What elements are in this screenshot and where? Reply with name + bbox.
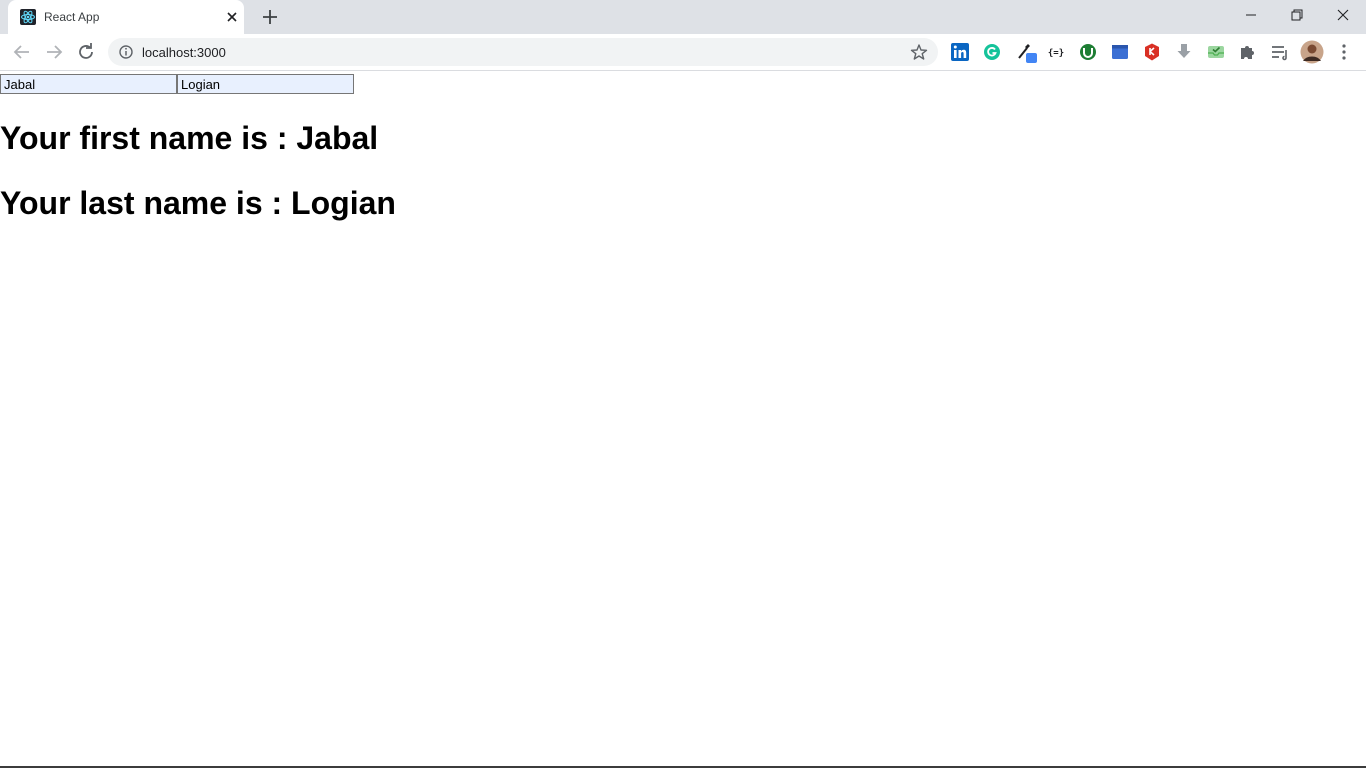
bookmark-star-icon[interactable] bbox=[910, 43, 928, 61]
color-picker-icon[interactable] bbox=[1016, 42, 1037, 63]
profile-avatar[interactable] bbox=[1300, 40, 1324, 64]
first-name-heading: Your first name is : Jabal bbox=[0, 120, 378, 157]
first-name-output: Jabal bbox=[296, 120, 379, 156]
last-name-input[interactable] bbox=[177, 74, 354, 94]
page-content: Your first name is : Jabal Your last nam… bbox=[0, 71, 1366, 766]
close-window-icon[interactable] bbox=[1320, 0, 1366, 30]
minimize-icon[interactable] bbox=[1228, 0, 1274, 30]
menu-kebab-icon[interactable] bbox=[1334, 42, 1354, 62]
tab-title: React App bbox=[44, 10, 100, 24]
window-icon[interactable] bbox=[1110, 42, 1130, 62]
last-name-prefix: Your last name is : bbox=[0, 185, 292, 221]
inbox-check-icon[interactable] bbox=[1206, 42, 1226, 62]
grammarly-icon[interactable] bbox=[982, 42, 1002, 62]
back-arrow-icon[interactable] bbox=[10, 40, 34, 64]
address-bar[interactable]: localhost:3000 bbox=[108, 38, 938, 66]
last-name-output: Logian bbox=[291, 185, 396, 221]
forward-arrow-icon[interactable] bbox=[42, 40, 66, 64]
restore-icon[interactable] bbox=[1274, 0, 1320, 30]
react-logo-icon bbox=[20, 9, 36, 25]
linkedin-icon[interactable] bbox=[950, 42, 970, 62]
browser-toolbar: localhost:3000 {=} bbox=[0, 34, 1366, 71]
json-viewer-icon[interactable]: {=} bbox=[1046, 42, 1066, 62]
tab-strip: React App bbox=[0, 0, 1366, 34]
first-name-input[interactable] bbox=[0, 74, 177, 94]
info-icon[interactable] bbox=[118, 44, 134, 60]
shield-icon[interactable] bbox=[1142, 42, 1162, 62]
ublock-icon[interactable] bbox=[1078, 42, 1098, 62]
reading-list-icon[interactable] bbox=[1270, 42, 1290, 62]
download-icon[interactable] bbox=[1174, 42, 1194, 62]
puzzle-icon[interactable] bbox=[1238, 42, 1258, 62]
url-text: localhost:3000 bbox=[142, 45, 226, 60]
close-tab-icon[interactable] bbox=[224, 9, 240, 25]
first-name-prefix: Your first name is : bbox=[0, 120, 297, 156]
reload-icon[interactable] bbox=[74, 40, 98, 64]
last-name-heading: Your last name is : Logian bbox=[0, 185, 396, 222]
browser-tab[interactable]: React App bbox=[8, 0, 244, 34]
new-tab-icon[interactable] bbox=[260, 7, 280, 27]
svg-text:{=}: {=} bbox=[1048, 49, 1064, 59]
